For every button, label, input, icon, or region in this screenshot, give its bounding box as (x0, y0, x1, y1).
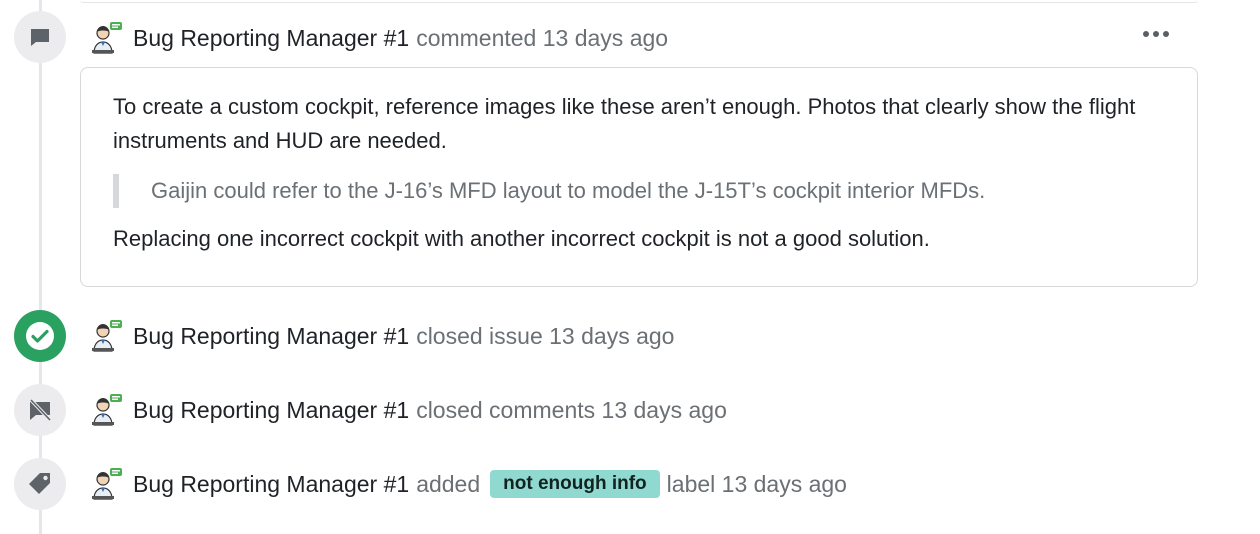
comment-off-icon (29, 398, 52, 422)
comment-badge (14, 11, 66, 63)
event-added-label: Bug Reporting Manager #1 added not enoug… (90, 466, 847, 502)
event-author[interactable]: Bug Reporting Manager #1 (133, 397, 409, 424)
event-closed-comments: Bug Reporting Manager #1 closed comments… (90, 392, 727, 428)
more-icon[interactable] (1140, 22, 1172, 46)
event-author[interactable]: Bug Reporting Manager #1 (133, 471, 409, 498)
check-icon (26, 322, 54, 350)
event-author[interactable]: Bug Reporting Manager #1 (133, 323, 409, 350)
comment-text-2: Replacing one incorrect cockpit with ano… (113, 226, 930, 251)
event-action: closed issue 13 days ago (416, 322, 675, 349)
label-badge (14, 458, 66, 510)
comment-body: To create a custom cockpit, reference im… (80, 67, 1198, 287)
comment-header: Bug Reporting Manager #1 commented 13 da… (90, 20, 668, 56)
event-closed-issue: Bug Reporting Manager #1 closed issue 13… (90, 318, 674, 354)
closed-comments-badge (14, 384, 66, 436)
label-chip[interactable]: not enough info (490, 470, 660, 498)
previous-card-edge (80, 0, 1198, 3)
tag-icon (29, 473, 50, 494)
avatar[interactable] (90, 393, 124, 427)
comment-action: commented 13 days ago (416, 24, 669, 51)
comment-text-1: To create a custom cockpit, reference im… (113, 94, 1136, 153)
event-action-prefix: added (416, 470, 481, 497)
event-action: closed comments 13 days ago (416, 396, 727, 423)
comment-icon (31, 29, 49, 46)
avatar[interactable] (90, 319, 124, 353)
comment-quote: Gaijin could refer to the J-16’s MFD lay… (113, 174, 1165, 208)
event-action-suffix: label 13 days ago (666, 470, 847, 497)
comment-author[interactable]: Bug Reporting Manager #1 (133, 25, 409, 52)
avatar[interactable] (90, 467, 124, 501)
closed-badge (14, 310, 66, 362)
timeline-line (39, 0, 42, 534)
avatar[interactable] (90, 21, 124, 55)
